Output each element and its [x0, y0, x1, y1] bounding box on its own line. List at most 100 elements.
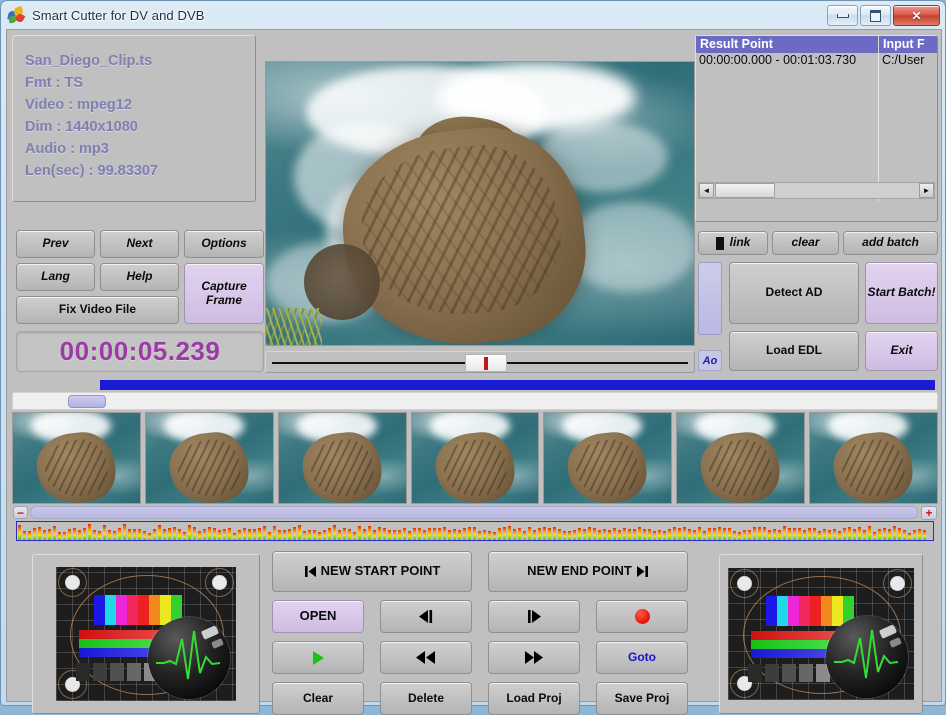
capture-frame-button[interactable]: Capture Frame — [184, 263, 264, 324]
fast-forward-button[interactable] — [488, 641, 580, 674]
waveform-bar — [53, 525, 56, 540]
ao-label: Ao — [698, 350, 722, 371]
waveform-bar — [913, 530, 916, 540]
waveform-bar — [833, 529, 836, 540]
audio-output-slider[interactable] — [698, 262, 722, 335]
waveform-bar — [453, 528, 456, 540]
rewind-button[interactable] — [380, 641, 472, 674]
prev-button[interactable]: Prev — [16, 230, 95, 258]
link-checkbox-icon[interactable] — [715, 236, 724, 250]
application-window: Smart Cutter for DV and DVB ✕ San_Diego_… — [0, 0, 946, 715]
thumbnail-frame[interactable] — [277, 412, 407, 504]
waveform-bar — [508, 526, 511, 540]
zoom-in-icon[interactable]: + — [921, 506, 937, 520]
waveform-bar — [478, 530, 481, 540]
grayscale-step — [127, 663, 141, 681]
result-point-list[interactable]: Result Point Input F 00:00:00.000 - 00:0… — [695, 35, 938, 222]
record-button[interactable] — [596, 600, 688, 633]
waveform-bar — [883, 527, 886, 540]
minimize-icon — [836, 13, 849, 18]
scrollbar-thumb[interactable] — [715, 183, 775, 198]
maximize-button[interactable] — [860, 5, 891, 26]
new-end-point-button[interactable]: NEW END POINT — [488, 551, 688, 592]
goto-button[interactable]: Goto — [596, 641, 688, 674]
seek-thumb[interactable] — [465, 354, 507, 372]
column-header-result-point: Result Point — [700, 37, 773, 51]
waveform-bar — [73, 528, 76, 540]
waveform-bar — [788, 528, 791, 540]
start-batch-button[interactable]: Start Batch! — [865, 262, 938, 324]
zoom-out-icon[interactable]: − — [13, 506, 28, 519]
play-button[interactable] — [272, 641, 364, 674]
detect-ad-button[interactable]: Detect AD — [729, 262, 859, 324]
seek-slider[interactable] — [265, 351, 695, 373]
waveform-bar — [353, 531, 356, 540]
list-horizontal-scrollbar[interactable]: ◄ ► — [698, 182, 935, 199]
thumbnail-frame[interactable] — [809, 412, 939, 504]
help-button[interactable]: Help — [100, 263, 179, 291]
waveform-bar — [23, 530, 26, 540]
waveform-bar — [658, 530, 661, 540]
open-button[interactable]: OPEN — [272, 600, 364, 633]
info-dimensions: Dim : 1440x1080 — [25, 119, 138, 135]
scroll-right-icon[interactable]: ► — [919, 183, 934, 198]
thumbnail-frame[interactable] — [12, 412, 141, 504]
scroll-left-icon[interactable]: ◄ — [699, 183, 714, 198]
butterfly-icon — [7, 5, 26, 24]
waveform-bar — [543, 526, 546, 540]
step-forward-button[interactable] — [488, 600, 580, 633]
waveform-bar — [203, 528, 206, 540]
link-button[interactable]: link — [698, 231, 768, 255]
add-batch-button[interactable]: add batch — [843, 231, 938, 255]
timeline-scrollbar-thumb[interactable] — [68, 395, 106, 408]
thumbnail-frame[interactable] — [144, 412, 274, 504]
audio-waveform-row: − + — [12, 506, 938, 541]
load-edl-button[interactable]: Load EDL — [729, 331, 859, 371]
mark-end-icon — [636, 566, 648, 577]
audio-waveform[interactable] — [16, 521, 934, 541]
waveform-bar — [793, 528, 796, 540]
delete-button[interactable]: Delete — [380, 682, 472, 715]
waveform-bar — [113, 531, 116, 540]
load-project-button[interactable]: Load Proj — [488, 682, 580, 715]
video-preview[interactable] — [265, 61, 695, 346]
minimize-button[interactable] — [827, 5, 858, 26]
waveform-bar — [333, 525, 336, 540]
next-button[interactable]: Next — [100, 230, 179, 258]
grayscale-steps — [76, 663, 158, 681]
waveform-bar — [823, 529, 826, 540]
waveform-bar — [473, 526, 476, 540]
waveform-bar — [513, 528, 516, 540]
waveform-bar — [318, 532, 321, 540]
clear-list-button[interactable]: clear — [772, 231, 839, 255]
lang-button[interactable]: Lang — [16, 263, 95, 291]
maximize-icon — [870, 9, 881, 22]
audio-range-track[interactable] — [30, 506, 918, 519]
waveform-bar — [313, 530, 316, 540]
thumbnail-filmstrip[interactable] — [12, 412, 939, 504]
waveform-bar — [503, 527, 506, 540]
exit-button[interactable]: Exit — [865, 331, 938, 371]
thumbnail-frame[interactable] — [676, 412, 806, 504]
waveform-bar — [898, 528, 901, 540]
thumbnail-frame[interactable] — [543, 412, 673, 504]
waveform-bar — [618, 530, 621, 540]
waveform-bar — [108, 530, 111, 540]
waveform-bar — [468, 527, 471, 540]
test-pattern-right — [728, 568, 914, 700]
color-bar — [94, 595, 105, 625]
close-button[interactable]: ✕ — [893, 5, 940, 26]
thumbnail-frame[interactable] — [410, 412, 540, 504]
mark-start-icon — [304, 566, 316, 577]
new-start-point-button[interactable]: NEW START POINT — [272, 551, 472, 592]
save-project-button[interactable]: Save Proj — [596, 682, 688, 715]
step-back-button[interactable] — [380, 600, 472, 633]
timeline-scrollbar[interactable] — [12, 392, 938, 410]
color-bar — [766, 596, 777, 626]
options-button[interactable]: Options — [184, 230, 264, 258]
clear-button[interactable]: Clear — [272, 682, 364, 715]
table-row[interactable]: 00:00:00.000 - 00:01:03.730 C:/User — [696, 53, 937, 70]
cell-result-point: 00:00:00.000 - 00:01:03.730 — [699, 53, 857, 67]
color-bar — [105, 595, 116, 625]
fix-video-file-button[interactable]: Fix Video File — [16, 296, 179, 324]
